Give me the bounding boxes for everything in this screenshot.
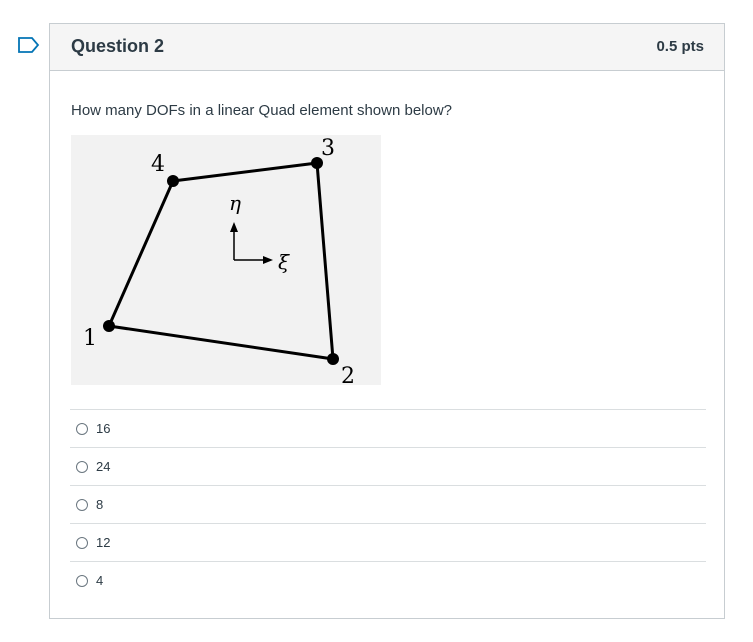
quad-element-figure: 1 2 3 4 η ξ — [71, 135, 381, 385]
answer-list: 16 24 8 12 4 — [70, 409, 706, 599]
answer-label: 4 — [96, 573, 104, 588]
bookmark-flag-icon[interactable] — [18, 37, 40, 53]
node-label-4: 4 — [151, 152, 165, 177]
node-4 — [167, 175, 179, 187]
node-label-2: 2 — [341, 364, 355, 385]
node-label-1: 1 — [83, 326, 97, 351]
eta-axis-label: η — [229, 191, 241, 215]
answer-label: 24 — [96, 459, 111, 474]
question-header: Question 2 0.5 pts — [50, 24, 724, 71]
radio-button[interactable] — [76, 498, 88, 511]
radio-button[interactable] — [76, 422, 88, 435]
answer-label: 8 — [96, 497, 104, 512]
question-card: Question 2 0.5 pts How many DOFs in a li… — [49, 23, 725, 619]
node-label-3: 3 — [321, 136, 335, 161]
eta-arrowhead-icon — [230, 222, 238, 232]
answer-option[interactable]: 12 — [70, 523, 706, 561]
question-title: Question 2 — [71, 36, 165, 56]
xi-axis-label: ξ — [278, 250, 290, 274]
quad-element-outline — [107, 161, 335, 361]
answer-option[interactable]: 24 — [70, 447, 706, 485]
radio-button[interactable] — [76, 574, 88, 587]
quad-element-diagram: 1 2 3 4 η ξ — [83, 136, 355, 385]
question-points: 0.5 pts — [656, 38, 704, 55]
radio-button[interactable] — [76, 536, 88, 549]
node-1 — [103, 320, 115, 332]
question-text: How many DOFs in a linear Quad element s… — [71, 102, 453, 119]
xi-arrowhead-icon — [263, 256, 273, 264]
node-2 — [327, 353, 339, 365]
radio-button[interactable] — [76, 460, 88, 473]
answer-option[interactable]: 16 — [70, 409, 706, 447]
answer-option[interactable]: 8 — [70, 485, 706, 523]
answer-label: 12 — [96, 535, 111, 550]
answer-option[interactable]: 4 — [70, 561, 706, 599]
answer-label: 16 — [96, 421, 111, 436]
